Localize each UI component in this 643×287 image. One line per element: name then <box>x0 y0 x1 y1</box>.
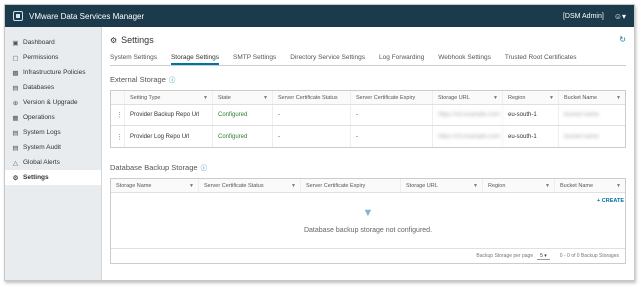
column-header[interactable]: Server Certificate Status ▼ <box>199 179 301 192</box>
per-page-label: Backup Storage per page <box>476 253 534 259</box>
backup-storage-grid: Storage Name ▼ Server Certificate Status ▼… <box>110 178 626 264</box>
row-actions-menu[interactable]: ⋮ <box>111 105 125 125</box>
storage-url-cell: https://s3.example.com <box>433 126 503 147</box>
info-icon[interactable]: ⓘ <box>169 74 176 84</box>
sidebar-item-operations[interactable]: ▦ Operations <box>5 110 101 125</box>
filter-icon[interactable]: ▼ <box>203 95 208 101</box>
dashboard-icon: ▣ <box>12 39 19 47</box>
backup-storage-heading: Database Backup Storage ⓘ <box>110 162 208 173</box>
column-header[interactable]: Region ▼ <box>503 91 559 104</box>
gear-icon: ⚙ <box>110 35 118 45</box>
app-window: VMware Data Services Manager [DSM Admin]… <box>4 4 635 281</box>
region-cell: eu-south-1 <box>503 105 559 125</box>
sidebar-item-version-upgrade[interactable]: ⊕ Version & Upgrade <box>5 95 101 110</box>
operations-icon: ▦ <box>12 114 19 122</box>
sidebar-item-global-alerts[interactable]: △ Global Alerts <box>5 155 101 170</box>
state-cell: Configured <box>213 126 273 147</box>
top-nav: VMware Data Services Manager [DSM Admin]… <box>5 5 634 27</box>
sidebar: ▣ Dashboard ▢ Permissions ▩ Infrastructure … <box>5 27 102 280</box>
audit-icon: ▤ <box>12 144 19 152</box>
sidebar-item-settings[interactable]: ⚙ Settings <box>5 170 101 185</box>
settings-tabs: System Settings Storage Settings SMTP Se… <box>110 52 626 66</box>
sidebar-item-system-logs[interactable]: ▤ System Logs <box>5 125 101 140</box>
sidebar-item-databases[interactable]: ▤ Databases <box>5 80 101 95</box>
vertical-ellipsis-icon[interactable]: ⋮ <box>116 111 123 119</box>
column-header[interactable]: Bucket Name ▼ <box>555 179 625 192</box>
column-header[interactable]: Storage Name ▼ <box>111 179 199 192</box>
tab-system-settings[interactable]: System Settings <box>110 52 157 65</box>
cert-status-cell: - <box>273 126 351 147</box>
vmware-logo-icon <box>13 11 23 21</box>
filter-icon[interactable]: ▼ <box>616 95 621 101</box>
permissions-icon: ▢ <box>12 54 19 62</box>
sidebar-item-permissions[interactable]: ▢ Permissions <box>5 50 101 65</box>
column-header[interactable]: Server Certificate Expiry <box>351 91 433 104</box>
row-actions-header <box>111 91 125 104</box>
empty-state: ▼ Database backup storage not configured… <box>111 193 625 249</box>
empty-filter-icon: ▼ <box>362 207 374 219</box>
column-header[interactable]: Setting Type ▼ <box>125 91 213 104</box>
user-name[interactable]: [DSM Admin] <box>563 13 604 20</box>
grid-footer: Backup Storage per page 5 ▾ 0 - 0 of 0 B… <box>111 249 625 263</box>
column-header[interactable]: State ▼ <box>213 91 273 104</box>
filter-icon[interactable]: ▼ <box>545 183 550 189</box>
state-cell: Configured <box>213 105 273 125</box>
cert-expiry-cell: - <box>351 126 433 147</box>
tab-smtp-settings[interactable]: SMTP Settings <box>233 52 276 65</box>
info-icon[interactable]: ⓘ <box>201 162 208 172</box>
range-label: 0 - 0 of 0 Backup Storages <box>559 253 619 259</box>
filter-icon[interactable]: ▼ <box>189 183 194 189</box>
bucket-cell: bucket-name <box>564 112 599 118</box>
column-header[interactable]: Region ▼ <box>483 179 555 192</box>
page-title: Settings <box>121 35 154 45</box>
filter-icon[interactable]: ▼ <box>616 183 621 189</box>
logs-icon: ▤ <box>12 129 19 137</box>
column-header[interactable]: Storage URL ▼ <box>401 179 483 192</box>
row-actions-menu[interactable]: ⋮ <box>111 126 125 147</box>
table-row: ⋮ Provider Log Repo Url Configured - - h… <box>111 126 625 147</box>
create-button[interactable]: + CREATE <box>597 198 624 204</box>
external-storage-grid: Setting Type ▼ State ▼ Server Certificate … <box>110 90 626 148</box>
sidebar-item-dashboard[interactable]: ▣ Dashboard <box>5 35 101 50</box>
column-header[interactable]: Storage URL ▼ <box>433 91 503 104</box>
sidebar-item-system-audit[interactable]: ▤ System Audit <box>5 140 101 155</box>
table-row: ⋮ Provider Backup Repo Url Configured - … <box>111 105 625 126</box>
external-storage-heading: External Storage ⓘ <box>110 74 176 85</box>
filter-icon[interactable]: ▼ <box>493 95 498 101</box>
bell-icon: △ <box>13 159 18 167</box>
filter-icon[interactable]: ▼ <box>473 183 478 189</box>
region-cell: eu-south-1 <box>503 126 559 147</box>
column-header[interactable]: Server Certificate Status <box>273 91 351 104</box>
cert-expiry-cell: - <box>351 105 433 125</box>
main-content: ⚙ Settings ↻ System Settings Storage Set… <box>102 27 634 280</box>
policy-icon: ▩ <box>12 69 19 77</box>
tab-log-forwarding[interactable]: Log Forwarding <box>379 52 424 65</box>
user-icon[interactable]: ☺▾ <box>614 12 626 21</box>
storage-url-cell: https://s3.example.com <box>433 105 503 125</box>
filter-icon[interactable]: ▼ <box>291 183 296 189</box>
upgrade-icon: ⊕ <box>12 99 19 107</box>
setting-type-cell: Provider Backup Repo Url <box>125 105 213 125</box>
per-page-select[interactable]: 5 ▾ <box>537 253 550 260</box>
filter-icon[interactable]: ▼ <box>549 95 554 101</box>
cert-status-cell: - <box>273 105 351 125</box>
bucket-cell: bucket-name <box>564 133 599 140</box>
tab-trusted-root-certificates[interactable]: Trusted Root Certificates <box>505 52 577 65</box>
setting-type-cell: Provider Log Repo Url <box>125 126 213 147</box>
table-header-row: Storage Name ▼ Server Certificate Status ▼… <box>111 179 625 193</box>
database-icon: ▤ <box>12 84 19 92</box>
column-header[interactable]: Server Certificate Expiry <box>301 179 401 192</box>
tab-storage-settings[interactable]: Storage Settings <box>170 52 220 65</box>
refresh-icon[interactable]: ↻ <box>619 35 626 44</box>
tab-directory-service-settings[interactable]: Directory Service Settings <box>290 52 365 65</box>
tab-webhook-settings[interactable]: Webhook Settings <box>438 52 491 65</box>
gear-icon: ⚙ <box>12 174 19 182</box>
column-header[interactable]: Bucket Name ▼ <box>559 91 625 104</box>
sidebar-item-infrastructure-policies[interactable]: ▩ Infrastructure Policies <box>5 65 101 80</box>
empty-state-text: Database backup storage not configured. <box>303 227 433 234</box>
app-title: VMware Data Services Manager <box>29 11 145 21</box>
vertical-ellipsis-icon[interactable]: ⋮ <box>116 133 123 141</box>
table-header-row: Setting Type ▼ State ▼ Server Certificate … <box>111 91 625 105</box>
filter-icon[interactable]: ▼ <box>263 95 268 101</box>
